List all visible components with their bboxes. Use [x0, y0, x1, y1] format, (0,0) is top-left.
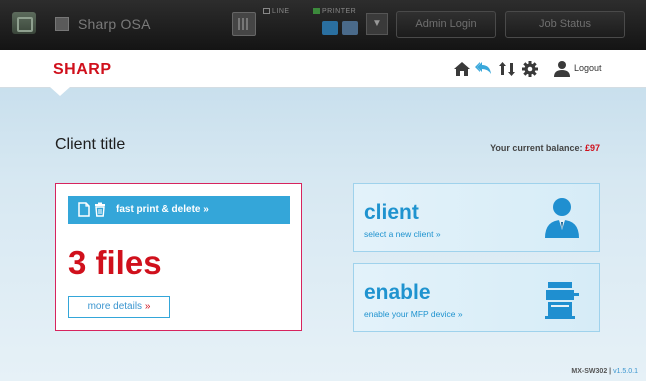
balance-amount: £97 — [584, 143, 600, 153]
model-number: MX-SW302 — [571, 368, 608, 375]
line-label: LINE — [272, 8, 290, 15]
page-title: Client title — [55, 136, 126, 153]
client-tile-title: client — [364, 201, 419, 224]
printer-indicator: PRINTER — [313, 8, 356, 15]
sharp-logo: SHARP — [53, 61, 112, 78]
version-info: MX-SW302 | v1.5.0.1 — [571, 368, 638, 375]
job-status-button[interactable]: Job Status — [505, 11, 625, 38]
scanner-mode-icon[interactable] — [342, 21, 358, 35]
fast-print-label: fast print & delete » — [116, 204, 209, 215]
home-icon[interactable] — [453, 60, 471, 78]
swap-icon[interactable] — [498, 60, 516, 78]
balance-display: Your current balance: £97 — [490, 143, 600, 153]
logout-button[interactable]: Logout — [574, 63, 602, 73]
line-status-icon — [263, 8, 270, 14]
person-icon — [545, 198, 579, 238]
enable-tile[interactable]: enable enable your MFP device » — [353, 263, 600, 332]
osa-app-icon[interactable] — [12, 12, 36, 34]
enable-tile-subtitle: enable your MFP device » — [364, 309, 463, 319]
back-icon[interactable] — [475, 60, 493, 78]
client-tile-subtitle-text: select a new client — [364, 229, 434, 239]
more-details-label: more details — [87, 301, 143, 312]
trash-icon — [95, 202, 105, 217]
printer-status-icon — [313, 8, 320, 14]
fast-print-delete-button[interactable]: fast print & delete » — [68, 196, 290, 224]
more-details-button[interactable]: more details » — [68, 296, 170, 318]
osa-status-icon — [55, 17, 69, 31]
fast-print-panel: fast print & delete » 3 files more detai… — [55, 183, 302, 331]
printer-icon — [545, 282, 579, 319]
client-tile-subtitle: select a new client » — [364, 229, 441, 239]
osa-label: Sharp OSA — [78, 16, 151, 32]
enable-tile-title: enable — [364, 281, 431, 304]
admin-login-button[interactable]: Admin Login — [396, 11, 496, 38]
app-header: SHARP Logout — [0, 50, 646, 88]
printer-mode-icon[interactable] — [322, 21, 338, 35]
main-screen: SHARP Logout Client title Your current b… — [0, 50, 646, 381]
device-top-bar: Sharp OSA LINE PRINTER ▼ Admin Login Job… — [0, 0, 646, 50]
enable-tile-arrow: » — [457, 309, 463, 319]
chevron-down-icon[interactable]: ▼ — [366, 13, 388, 35]
version-number: v1.5.0.1 — [613, 368, 638, 375]
client-tile[interactable]: client select a new client » — [353, 183, 600, 252]
balance-label: Your current balance: — [490, 143, 583, 153]
printer-label: PRINTER — [322, 8, 357, 15]
grid-icon[interactable] — [232, 12, 256, 36]
line-indicator: LINE — [263, 8, 290, 15]
document-icon — [78, 202, 90, 217]
user-icon[interactable] — [553, 60, 571, 78]
client-tile-arrow: » — [435, 229, 441, 239]
enable-tile-subtitle-text: enable your MFP device — [364, 309, 456, 319]
gear-icon[interactable] — [521, 60, 539, 78]
files-count: 3 files — [68, 244, 162, 281]
header-pointer — [50, 87, 70, 96]
more-details-arrow: » — [144, 301, 151, 312]
